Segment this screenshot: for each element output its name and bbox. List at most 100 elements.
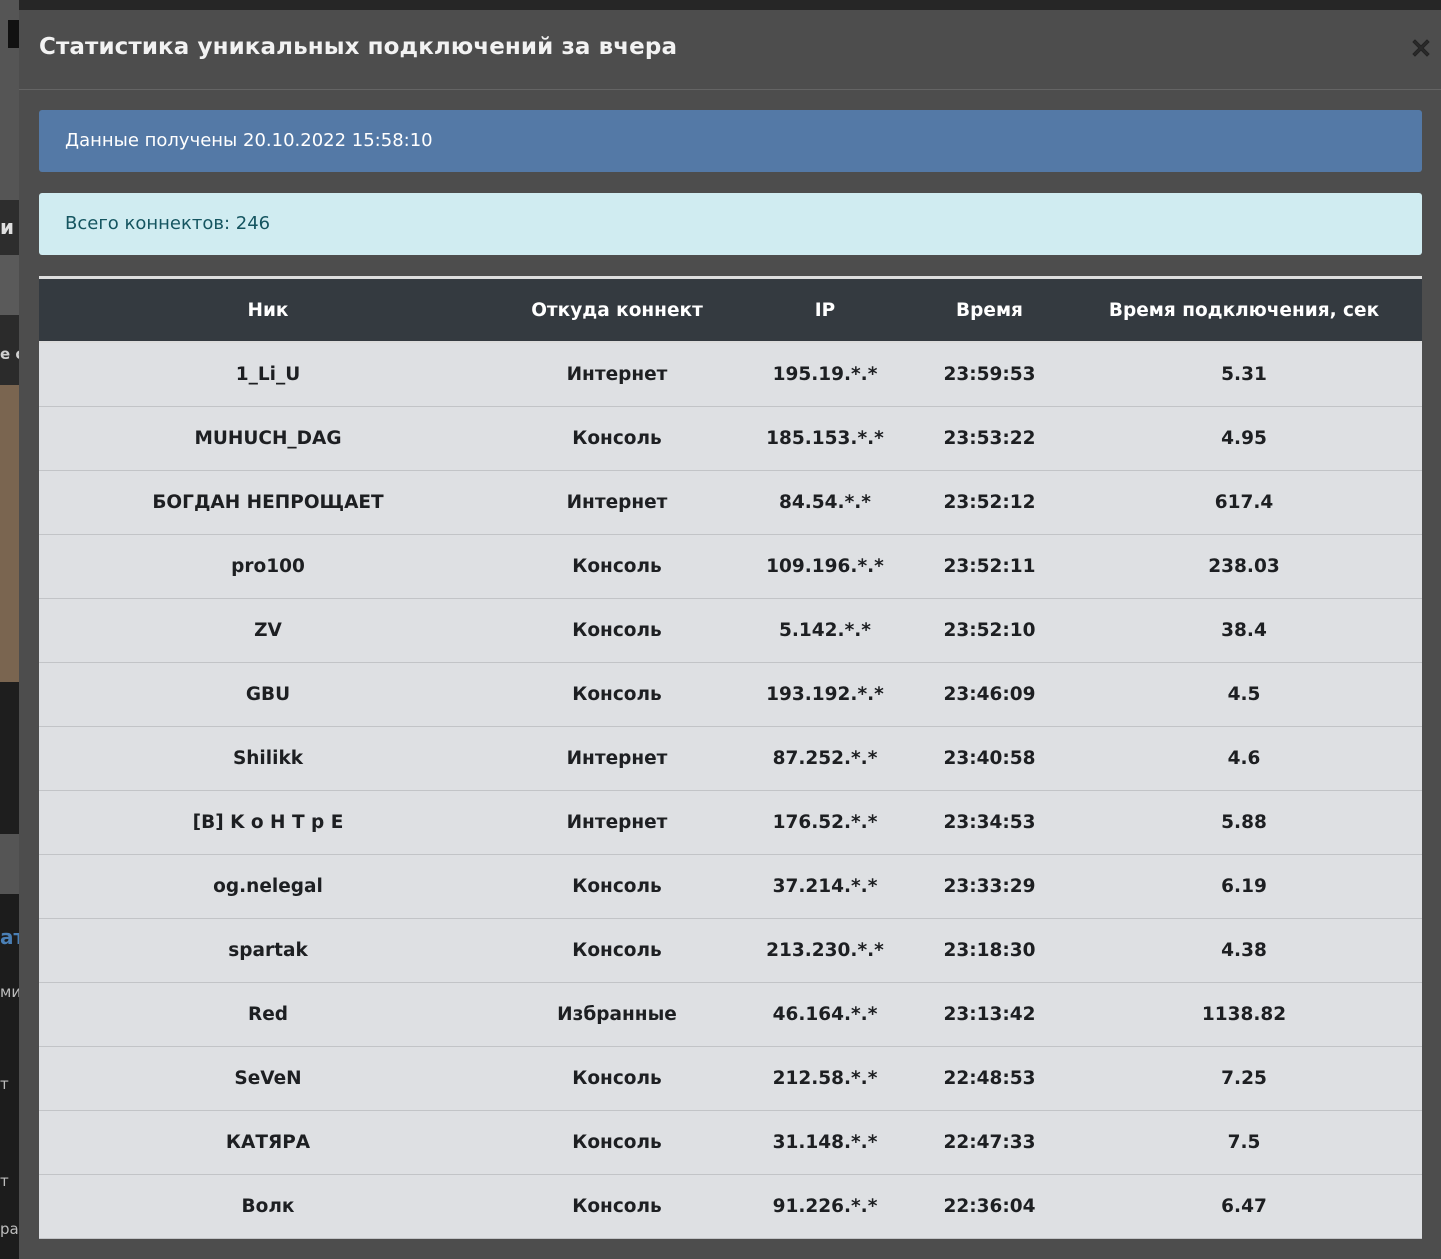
- cell-nick: БОГДАН НЕПРОЩАЕТ: [39, 470, 497, 535]
- cell-duration: 4.5: [1066, 662, 1422, 727]
- column-header-ip: IP: [737, 279, 913, 342]
- column-header-source: Откуда коннект: [497, 279, 737, 342]
- cell-ip: 87.252.*.*: [737, 726, 913, 791]
- cell-nick: Red: [39, 982, 497, 1047]
- cell-duration: 6.47: [1066, 1174, 1422, 1239]
- close-icon: [1412, 39, 1430, 57]
- table-row: SeVeN Консоль 212.58.*.* 22:48:53 7.25: [39, 1046, 1422, 1111]
- cell-duration: 4.6: [1066, 726, 1422, 791]
- cell-source: Интернет: [497, 790, 737, 855]
- cell-ip: 5.142.*.*: [737, 598, 913, 663]
- cell-time: 23:34:53: [913, 790, 1066, 855]
- cell-nick: 1_Li_U: [39, 342, 497, 407]
- background-fragment: ат: [0, 925, 19, 949]
- table-row: [B] K o H T p E Интернет 176.52.*.* 23:34:5…: [39, 790, 1422, 855]
- table-row: КАТЯРА Консоль 31.148.*.* 22:47:33 7.5: [39, 1110, 1422, 1175]
- table-row: GBU Консоль 193.192.*.* 23:46:09 4.5: [39, 662, 1422, 727]
- table-header: Ник Откуда коннект IP Время Время подклю…: [39, 279, 1422, 342]
- cell-source: Консоль: [497, 598, 737, 663]
- cell-time: 22:36:04: [913, 1174, 1066, 1239]
- cell-ip: 91.226.*.*: [737, 1174, 913, 1239]
- cell-ip: 185.153.*.*: [737, 406, 913, 471]
- data-received-alert: Данные получены 20.10.2022 15:58:10: [39, 110, 1422, 172]
- background-section: [0, 682, 19, 834]
- background-logo-fragment: [8, 20, 19, 48]
- column-header-duration: Время подключения, сек: [1066, 279, 1422, 342]
- column-header-nick: Ник: [39, 279, 497, 342]
- cell-ip: 37.214.*.*: [737, 854, 913, 919]
- table-row: БОГДАН НЕПРОЩАЕТ Интернет 84.54.*.* 23:52:1…: [39, 470, 1422, 535]
- cell-duration: 7.5: [1066, 1110, 1422, 1175]
- cell-nick: КАТЯРА: [39, 1110, 497, 1175]
- background-fragment: и: [0, 215, 15, 239]
- cell-duration: 617.4: [1066, 470, 1422, 535]
- cell-source: Интернет: [497, 342, 737, 407]
- cell-ip: 212.58.*.*: [737, 1046, 913, 1111]
- cell-ip: 176.52.*.*: [737, 790, 913, 855]
- modal-header: Статистика уникальных подключений за вче…: [19, 10, 1441, 90]
- cell-source: Консоль: [497, 534, 737, 599]
- cell-nick: MUHUCH_DAG: [39, 406, 497, 471]
- table-body: 1_Li_U Интернет 195.19.*.* 23:59:53 5.31 MUHU…: [39, 342, 1422, 1239]
- cell-duration: 38.4: [1066, 598, 1422, 663]
- table-row: og.nelegal Консоль 37.214.*.* 23:33:29 6.19: [39, 854, 1422, 919]
- cell-nick: ZV: [39, 598, 497, 663]
- table-header-row: Ник Откуда коннект IP Время Время подклю…: [39, 279, 1422, 342]
- background-fragment: ми: [0, 983, 19, 1001]
- modal-body: Данные получены 20.10.2022 15:58:10 Всег…: [39, 110, 1422, 1239]
- cell-time: 23:52:10: [913, 598, 1066, 663]
- cell-ip: 193.192.*.*: [737, 662, 913, 727]
- cell-time: 23:13:42: [913, 982, 1066, 1047]
- cell-time: 22:47:33: [913, 1110, 1066, 1175]
- close-button[interactable]: [1409, 36, 1433, 60]
- cell-duration: 7.25: [1066, 1046, 1422, 1111]
- cell-nick: Shilikk: [39, 726, 497, 791]
- cell-source: Интернет: [497, 470, 737, 535]
- background-image: [0, 385, 19, 682]
- cell-time: 23:18:30: [913, 918, 1066, 983]
- cell-nick: [B] K o H T p E: [39, 790, 497, 855]
- cell-time: 23:53:22: [913, 406, 1066, 471]
- background-fragment: е с: [0, 345, 19, 363]
- table-row: 1_Li_U Интернет 195.19.*.* 23:59:53 5.31: [39, 342, 1422, 407]
- background-fragment: т: [0, 1172, 9, 1190]
- stats-modal: Статистика уникальных подключений за вче…: [19, 10, 1441, 1259]
- cell-nick: GBU: [39, 662, 497, 727]
- cell-nick: spartak: [39, 918, 497, 983]
- cell-nick: pro100: [39, 534, 497, 599]
- background-fragment: т: [0, 1075, 9, 1093]
- cell-ip: 31.148.*.*: [737, 1110, 913, 1175]
- cell-nick: SeVeN: [39, 1046, 497, 1111]
- cell-duration: 5.88: [1066, 790, 1422, 855]
- cell-source: Интернет: [497, 726, 737, 791]
- cell-time: 22:48:53: [913, 1046, 1066, 1111]
- total-connections-alert: Всего коннектов: 246: [39, 193, 1422, 255]
- cell-ip: 84.54.*.*: [737, 470, 913, 535]
- cell-source: Консоль: [497, 854, 737, 919]
- cell-ip: 213.230.*.*: [737, 918, 913, 983]
- table-row: Волк Консоль 91.226.*.* 22:36:04 6.47: [39, 1174, 1422, 1239]
- cell-source: Консоль: [497, 406, 737, 471]
- cell-source: Консоль: [497, 1110, 737, 1175]
- cell-duration: 4.95: [1066, 406, 1422, 471]
- table-row: MUHUCH_DAG Консоль 185.153.*.* 23:53:22 4.95: [39, 406, 1422, 471]
- stats-table: Ник Откуда коннект IP Время Время подклю…: [39, 279, 1422, 1239]
- cell-source: Консоль: [497, 662, 737, 727]
- table-row: Shilikk Интернет 87.252.*.* 23:40:58 4.6: [39, 726, 1422, 791]
- cell-source: Избранные: [497, 982, 737, 1047]
- cell-ip: 46.164.*.*: [737, 982, 913, 1047]
- cell-time: 23:40:58: [913, 726, 1066, 791]
- cell-ip: 109.196.*.*: [737, 534, 913, 599]
- cell-time: 23:59:53: [913, 342, 1066, 407]
- cell-ip: 195.19.*.*: [737, 342, 913, 407]
- cell-time: 23:52:11: [913, 534, 1066, 599]
- table-row: spartak Консоль 213.230.*.* 23:18:30 4.38: [39, 918, 1422, 983]
- table-row: pro100 Консоль 109.196.*.* 23:52:11 238.03: [39, 534, 1422, 599]
- background-section: [0, 255, 19, 315]
- cell-time: 23:33:29: [913, 854, 1066, 919]
- column-header-time: Время: [913, 279, 1066, 342]
- cell-nick: Волк: [39, 1174, 497, 1239]
- cell-source: Консоль: [497, 918, 737, 983]
- cell-source: Консоль: [497, 1046, 737, 1111]
- background-fragment: ра: [0, 1220, 19, 1238]
